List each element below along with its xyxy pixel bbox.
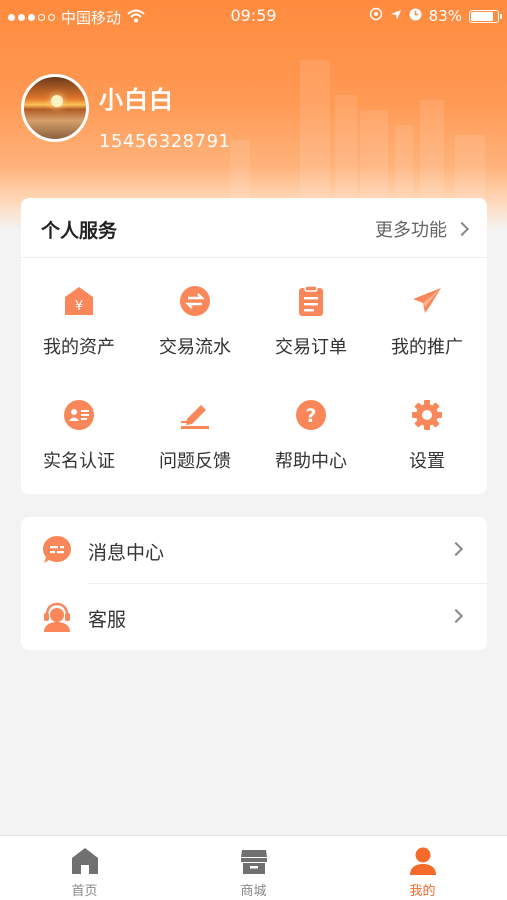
more-functions-link[interactable]: 更多功能 bbox=[375, 216, 470, 242]
personal-services-card: 个人服务 更多功能 ¥ 我的资产 交易流水 交易订单 我的推广 实名认证 问题反… bbox=[21, 198, 487, 494]
message-icon bbox=[41, 534, 73, 566]
tab-label: 商城 bbox=[240, 884, 267, 899]
service-label: 我的推广 bbox=[391, 337, 463, 358]
orders-icon bbox=[295, 285, 327, 317]
location-icon bbox=[390, 7, 402, 25]
status-bar: 中国移动 09:59 83% bbox=[0, 0, 507, 32]
avatar[interactable] bbox=[21, 74, 89, 142]
battery-percent: 83% bbox=[428, 7, 462, 25]
service-feedback[interactable]: 问题反馈 bbox=[137, 399, 253, 499]
service-my-assets[interactable]: ¥ 我的资产 bbox=[21, 285, 137, 385]
services-header: 个人服务 更多功能 bbox=[21, 198, 487, 258]
tab-label: 首页 bbox=[71, 884, 98, 899]
tab-label: 我的 bbox=[409, 884, 436, 899]
user-icon bbox=[408, 846, 438, 876]
service-label: 帮助中心 bbox=[275, 451, 347, 472]
assets-icon: ¥ bbox=[63, 285, 95, 317]
menu-list-card: 消息中心 客服 bbox=[21, 517, 487, 650]
bottom-tab-bar: 首页 商城 我的 bbox=[0, 835, 507, 900]
service-label: 设置 bbox=[409, 451, 445, 472]
chevron-right-icon bbox=[448, 608, 464, 624]
verification-icon bbox=[63, 399, 95, 431]
service-verification[interactable]: 实名认证 bbox=[21, 399, 137, 499]
home-icon bbox=[70, 846, 100, 876]
more-functions-label: 更多功能 bbox=[375, 220, 447, 241]
rotation-lock-icon bbox=[369, 7, 383, 25]
service-label: 问题反馈 bbox=[159, 451, 231, 472]
svg-text:¥: ¥ bbox=[75, 299, 83, 314]
promotion-icon bbox=[411, 285, 443, 317]
feedback-icon bbox=[179, 399, 211, 431]
service-label: 实名认证 bbox=[43, 451, 115, 472]
tab-store[interactable]: 商城 bbox=[169, 836, 338, 900]
tab-home[interactable]: 首页 bbox=[0, 836, 169, 900]
list-item-label: 消息中心 bbox=[88, 542, 165, 564]
service-my-promotion[interactable]: 我的推广 bbox=[369, 285, 485, 385]
settings-icon bbox=[411, 399, 443, 431]
customer-service-icon bbox=[41, 601, 73, 633]
service-label: 我的资产 bbox=[43, 337, 115, 358]
list-item-customer-service[interactable]: 客服 bbox=[21, 584, 487, 650]
svg-text:?: ? bbox=[305, 405, 316, 427]
phone-number: 15456328791 bbox=[99, 131, 231, 152]
username: 小白白 bbox=[99, 86, 174, 114]
service-orders[interactable]: 交易订单 bbox=[253, 285, 369, 385]
service-settings[interactable]: 设置 bbox=[369, 399, 485, 499]
alarm-icon bbox=[409, 7, 422, 25]
list-item-message-center[interactable]: 消息中心 bbox=[21, 517, 487, 584]
chevron-right-icon bbox=[454, 221, 470, 237]
battery-icon bbox=[469, 9, 502, 23]
services-title: 个人服务 bbox=[41, 220, 118, 242]
help-icon: ? bbox=[295, 399, 327, 431]
tab-mine[interactable]: 我的 bbox=[338, 836, 507, 900]
service-transactions[interactable]: 交易流水 bbox=[137, 285, 253, 385]
service-help-center[interactable]: ? 帮助中心 bbox=[253, 399, 369, 499]
store-icon bbox=[239, 846, 269, 876]
service-label: 交易流水 bbox=[159, 337, 231, 358]
chevron-right-icon bbox=[448, 541, 464, 557]
transactions-icon bbox=[179, 285, 211, 317]
service-label: 交易订单 bbox=[275, 337, 347, 358]
list-item-label: 客服 bbox=[88, 609, 127, 631]
